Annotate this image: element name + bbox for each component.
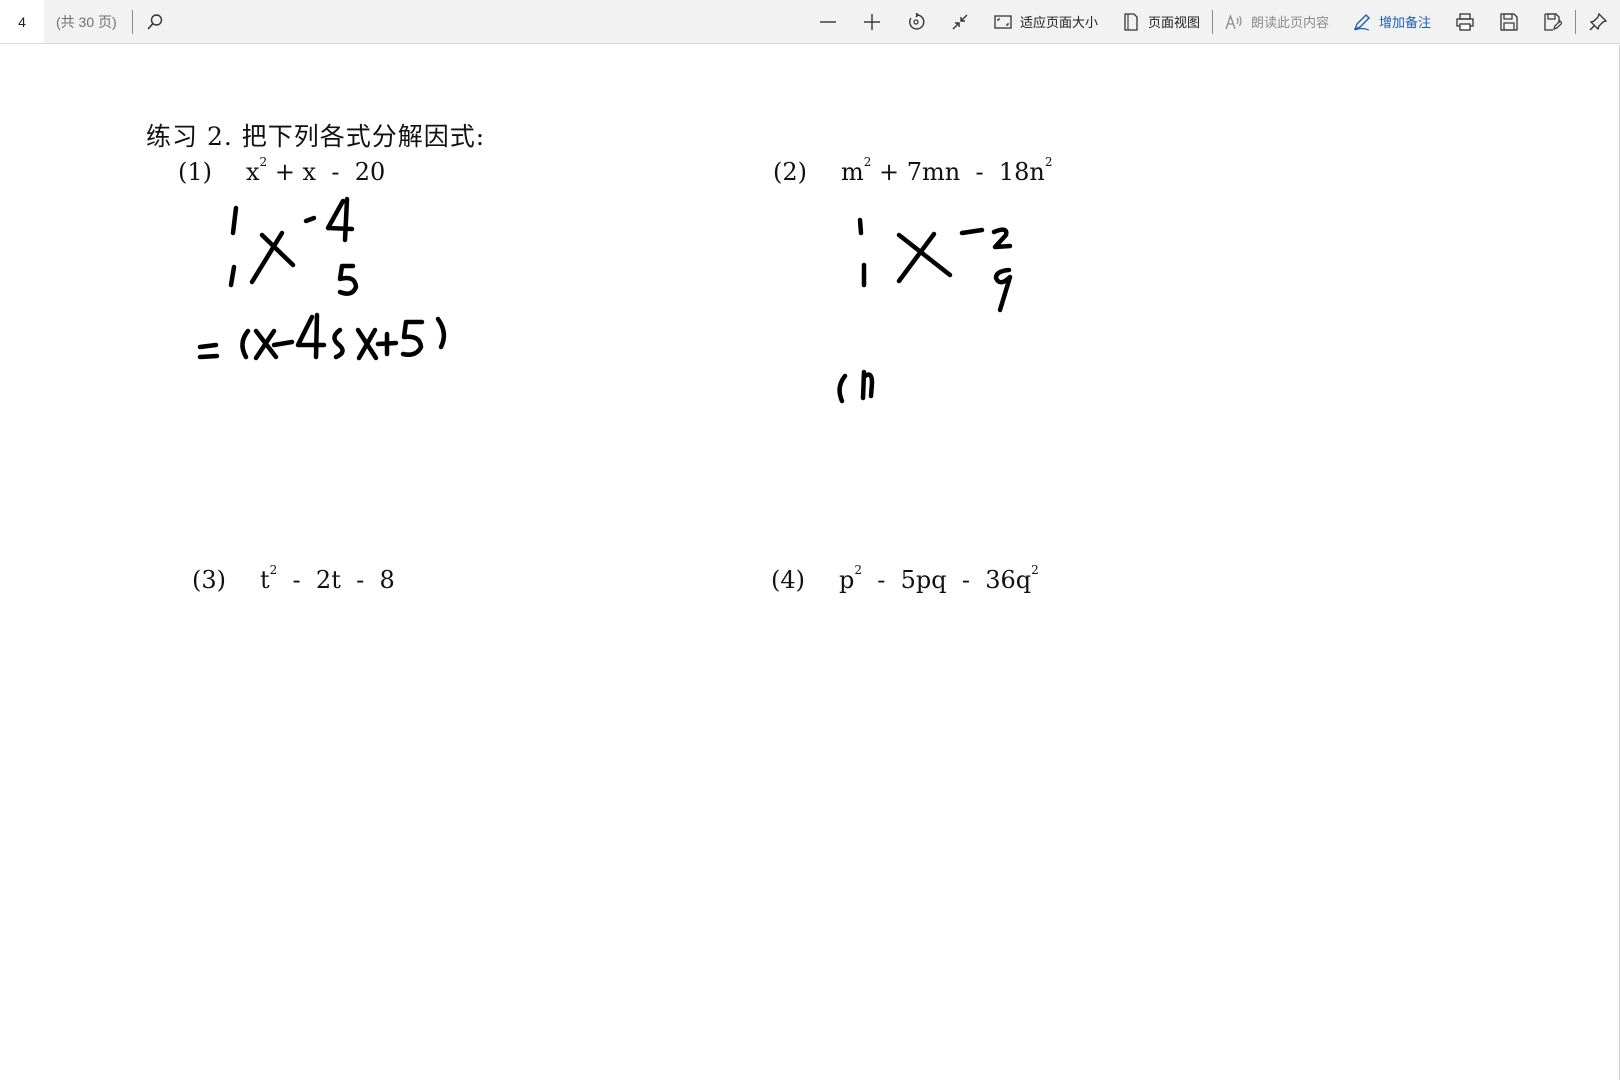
rotate-button[interactable] — [894, 0, 938, 44]
fit-page-label: 适应页面大小 — [1019, 15, 1098, 30]
print-button[interactable] — [1443, 0, 1487, 44]
expression-text: t — [260, 566, 270, 594]
plus-icon — [863, 13, 880, 30]
page-total: (共 30 页) — [56, 13, 117, 30]
document-page: 练习 2. 把下列各式分解因式: (1) x 2 + x - 20 (2) m 2 + … — [0, 45, 1620, 1080]
page-number-input[interactable]: 4 — [0, 0, 44, 43]
pin-button[interactable] — [1576, 0, 1620, 44]
expression-text: + 7mn - 18n — [871, 158, 1045, 186]
expression-text: + x - 20 — [267, 158, 386, 186]
expression-text: - 2t - 8 — [277, 566, 395, 594]
save-as-button[interactable] — [1531, 0, 1575, 44]
problem-number: (2) — [773, 158, 807, 186]
page-number: 4 — [18, 13, 26, 30]
save-button[interactable] — [1487, 0, 1531, 44]
expression-text: x — [246, 158, 260, 186]
zoom-in-button[interactable] — [850, 0, 894, 44]
search-icon — [147, 13, 163, 30]
pen-icon — [1353, 13, 1370, 31]
save-icon — [1500, 12, 1518, 31]
add-note-button[interactable]: 增加备注 — [1341, 0, 1443, 44]
collapse-button[interactable] — [938, 0, 982, 44]
expression-text: p — [839, 566, 855, 594]
rotate-icon — [909, 12, 925, 30]
problem-3: (3) t2 - 2t - 8 — [192, 563, 395, 594]
print-icon — [1456, 12, 1474, 31]
fit-page-icon — [994, 14, 1012, 29]
ink-cross-method-1 — [228, 196, 359, 296]
search-button[interactable] — [133, 0, 177, 44]
ink-cross-method-2 — [857, 217, 1013, 313]
toolbar: 4 (共 30 页) 适应页面大小 页面视图 朗读此页内容 增加备注 — [0, 0, 1620, 44]
collapse-icon — [952, 14, 968, 29]
read-aloud-button[interactable]: 朗读此页内容 — [1213, 0, 1341, 44]
ink-factored-answer-1 — [197, 312, 447, 361]
problem-1: (1) x2 + x - 20 — [178, 155, 385, 186]
save-as-icon — [1544, 12, 1562, 31]
problem-number: (1) — [178, 158, 212, 186]
pin-icon — [1589, 12, 1607, 30]
zoom-out-button[interactable] — [806, 0, 850, 44]
read-aloud-icon — [1225, 13, 1242, 29]
problem-2: (2) m2 + 7mn - 18n2 — [773, 155, 1053, 186]
exponent: 2 — [1031, 563, 1039, 577]
problem-number: (4) — [771, 566, 805, 594]
exercise-title: 练习 2. 把下列各式分解因式: — [146, 122, 486, 151]
exponent: 2 — [854, 563, 863, 577]
ink-partial-answer-2 — [837, 369, 875, 404]
read-aloud-label: 朗读此页内容 — [1250, 15, 1329, 30]
page-view-icon — [1124, 12, 1138, 31]
exponent: 2 — [1044, 155, 1053, 169]
minus-icon — [819, 20, 836, 23]
expression-text: m — [841, 158, 864, 186]
expression-text: - 5pq - 36q — [862, 566, 1032, 594]
add-note-label: 增加备注 — [1378, 15, 1431, 30]
problem-4: (4) p2 - 5pq - 36q2 — [771, 563, 1039, 594]
page-view-button[interactable]: 页面视图 — [1110, 0, 1212, 44]
problem-number: (3) — [192, 566, 226, 594]
fit-page-button[interactable]: 适应页面大小 — [982, 0, 1110, 44]
page-view-label: 页面视图 — [1147, 15, 1200, 30]
